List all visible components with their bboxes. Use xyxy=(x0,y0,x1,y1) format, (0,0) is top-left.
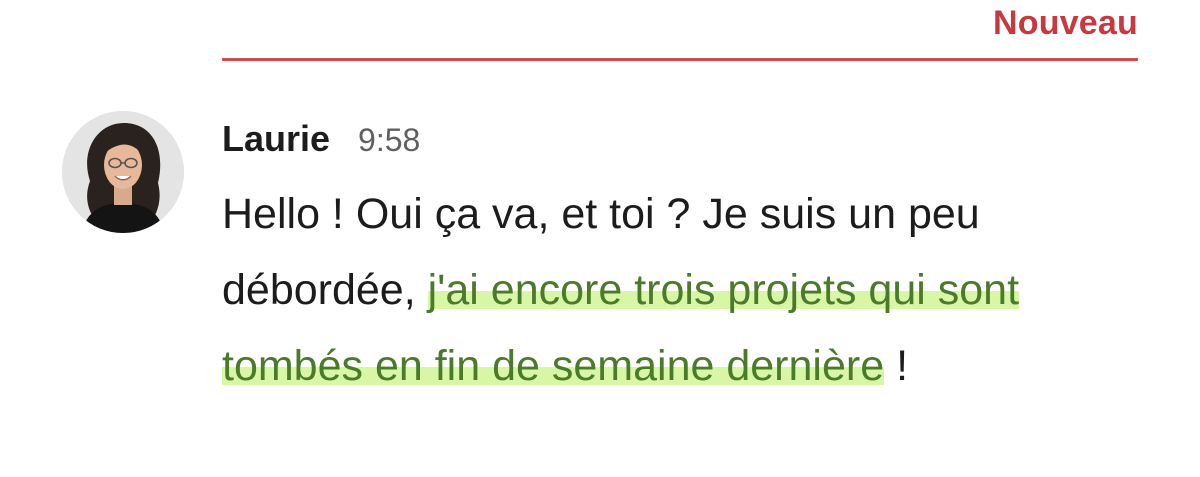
avatar[interactable] xyxy=(62,111,184,233)
new-messages-label: Nouveau xyxy=(993,4,1138,42)
message-header: Laurie 9:58 xyxy=(222,118,1122,168)
message-text-end: ! xyxy=(884,342,909,390)
new-messages-line xyxy=(222,58,1138,61)
message-view: Nouveau Laurie 9:58 Hello ! Oui ça va, e… xyxy=(0,0,1200,477)
author-name[interactable]: Laurie xyxy=(222,118,330,160)
new-messages-divider: Nouveau xyxy=(222,0,1138,62)
message-timestamp[interactable]: 9:58 xyxy=(358,122,420,159)
user-avatar-icon xyxy=(62,111,184,233)
message[interactable]: Laurie 9:58 Hello ! Oui ça va, et toi ? … xyxy=(222,118,1122,404)
message-text: Hello ! Oui ça va, et toi ? Je suis un p… xyxy=(222,176,1082,404)
